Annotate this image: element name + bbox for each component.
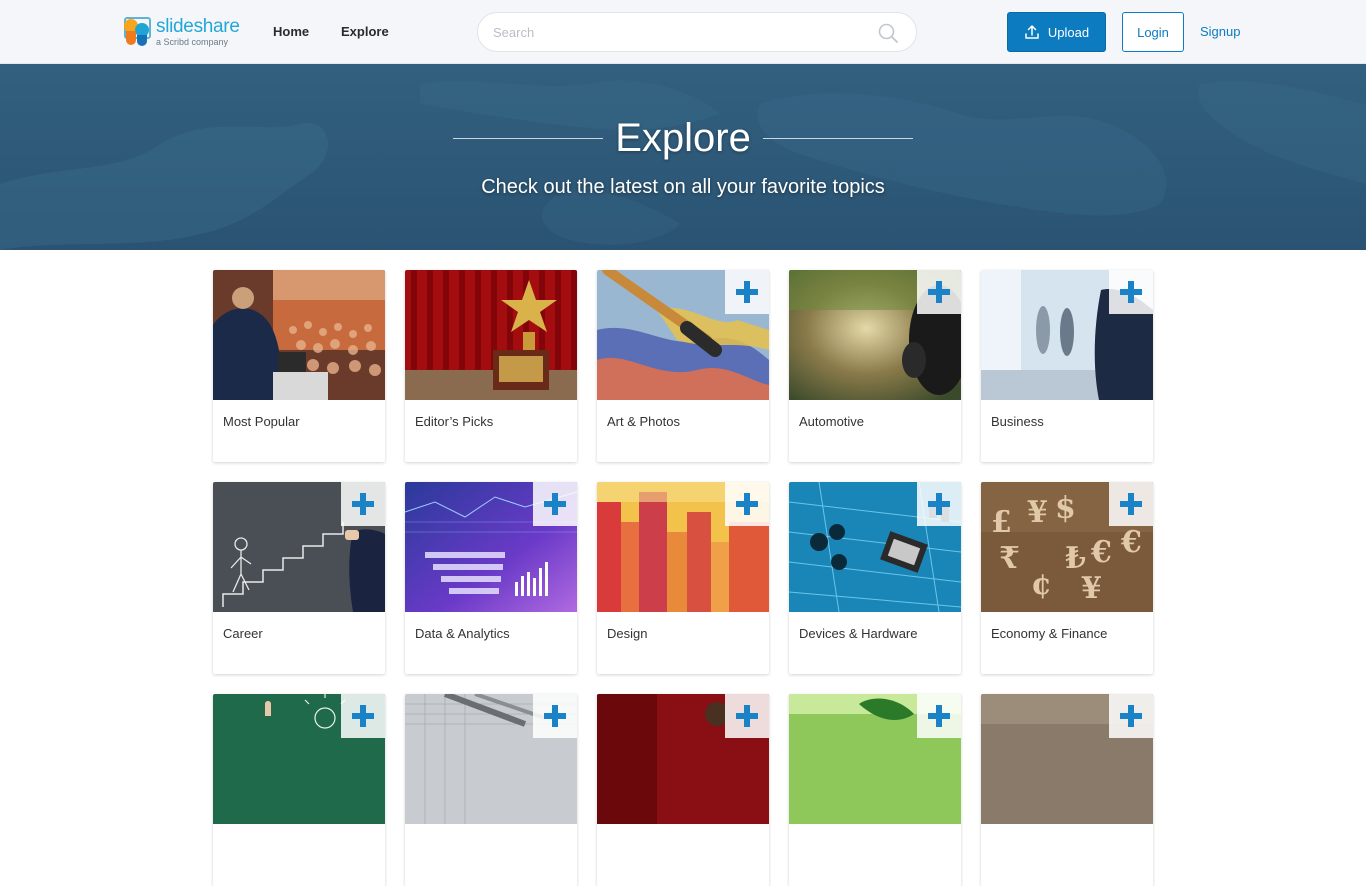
brand-name: slideshare: [156, 16, 240, 37]
category-card-most-popular[interactable]: Most Popular: [213, 270, 385, 462]
login-button[interactable]: Login: [1122, 12, 1184, 52]
follow-category-plus-icon[interactable]: [341, 482, 385, 526]
hero-title-row: Explore: [0, 116, 1366, 161]
upload-icon: [1025, 25, 1039, 39]
category-card-career[interactable]: Career: [213, 482, 385, 674]
slideshare-logo-icon: [124, 17, 152, 47]
category-label: Career: [223, 626, 263, 641]
svg-text:¥: ¥: [1081, 571, 1102, 606]
follow-category-plus-icon[interactable]: [917, 482, 961, 526]
category-card-devices-hardware[interactable]: Devices & Hardware: [789, 482, 961, 674]
upload-button[interactable]: Upload: [1007, 12, 1106, 52]
category-label: Most Popular: [223, 414, 300, 429]
hero-title-rule-left: [453, 138, 604, 139]
upload-button-label: Upload: [1047, 24, 1090, 40]
category-card[interactable]: [213, 694, 385, 886]
category-label: Automotive: [799, 414, 865, 429]
category-card-art-photos[interactable]: Art & Photos: [597, 270, 769, 462]
category-card[interactable]: [597, 694, 769, 886]
svg-text:$: $: [1055, 491, 1076, 526]
category-card-editors-picks[interactable]: Editor’s Picks: [405, 270, 577, 462]
svg-text:€: €: [1090, 535, 1112, 570]
svg-text:€: €: [1120, 525, 1142, 560]
category-label: Devices & Hardware: [799, 626, 918, 641]
category-label: Editor’s Picks: [415, 414, 494, 429]
follow-category-plus-icon[interactable]: [533, 482, 577, 526]
category-card[interactable]: [789, 694, 961, 886]
page-subtitle: Check out the latest on all your favorit…: [481, 176, 885, 198]
category-label: Design: [607, 626, 648, 641]
svg-text:₹: ₹: [999, 541, 1020, 576]
svg-text:¢: ¢: [1031, 567, 1052, 602]
follow-category-plus-icon[interactable]: [533, 694, 577, 738]
category-label: Art & Photos: [607, 414, 680, 429]
slideshare-logo[interactable]: slideshare a Scribd company: [124, 15, 240, 49]
category-card-economy-finance[interactable]: £ ¥ $ ₹ ¢ ₺ € ¥ € Economy & Finance: [981, 482, 1153, 674]
follow-category-plus-icon[interactable]: [341, 694, 385, 738]
category-card[interactable]: [981, 694, 1153, 886]
category-card-data-analytics[interactable]: Data & Analytics: [405, 482, 577, 674]
follow-category-plus-icon[interactable]: [725, 694, 769, 738]
search-icon[interactable]: [878, 23, 898, 43]
hero-title-rule-right: [762, 138, 913, 139]
search-input[interactable]: [493, 13, 863, 51]
category-image: [213, 270, 385, 400]
logo-wordmark: slideshare a Scribd company: [156, 17, 240, 47]
follow-category-plus-icon[interactable]: [1109, 694, 1153, 738]
category-label: Data & Analytics: [415, 626, 510, 641]
search-box: [477, 12, 917, 52]
svg-text:£: £: [991, 505, 1012, 540]
svg-text:¥: ¥: [1027, 495, 1048, 530]
category-label: Economy & Finance: [991, 626, 1108, 641]
signup-link[interactable]: Signup: [1200, 24, 1240, 39]
top-navigation-bar: slideshare a Scribd company Home Explore…: [0, 0, 1366, 64]
category-card-automotive[interactable]: Automotive: [789, 270, 961, 462]
category-card[interactable]: [405, 694, 577, 886]
category-card-design[interactable]: Design: [597, 482, 769, 674]
category-label: Business: [991, 414, 1044, 429]
category-image: [405, 270, 577, 400]
category-card-business[interactable]: Business: [981, 270, 1153, 462]
page-title: Explore: [615, 116, 751, 160]
follow-category-plus-icon[interactable]: [917, 270, 961, 314]
follow-category-plus-icon[interactable]: [917, 694, 961, 738]
follow-category-plus-icon[interactable]: [1109, 482, 1153, 526]
follow-category-plus-icon[interactable]: [725, 482, 769, 526]
nav-explore-link[interactable]: Explore: [341, 24, 389, 39]
explore-hero-banner: Explore Check out the latest on all your…: [0, 64, 1366, 250]
follow-category-plus-icon[interactable]: [1109, 270, 1153, 314]
brand-subtitle: a Scribd company: [156, 37, 229, 47]
follow-category-plus-icon[interactable]: [725, 270, 769, 314]
nav-home-link[interactable]: Home: [273, 24, 309, 39]
